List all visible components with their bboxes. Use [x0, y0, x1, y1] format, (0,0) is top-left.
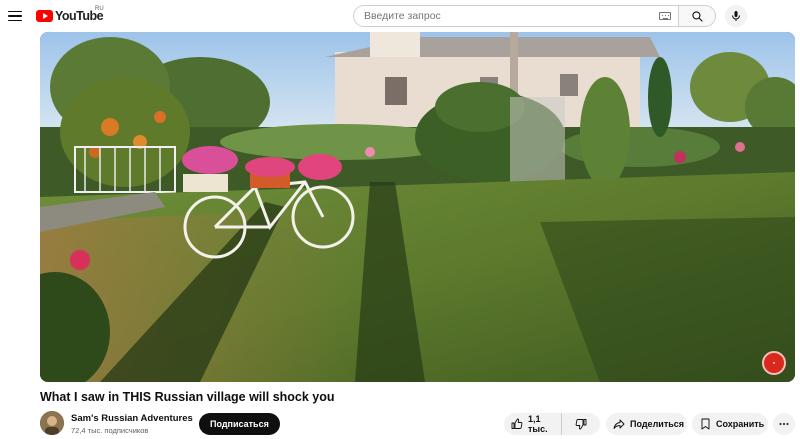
search-input[interactable] — [354, 6, 634, 26]
voice-search-button[interactable] — [725, 5, 747, 27]
video-player[interactable]: ● — [40, 32, 795, 382]
bookmark-icon — [700, 418, 711, 430]
video-frame-garden-bicycle — [40, 32, 795, 382]
search-icon — [691, 10, 703, 22]
menu-icon[interactable] — [5, 6, 25, 26]
channel-watermark-icon[interactable]: ● — [762, 351, 786, 375]
thumb-down-icon — [575, 418, 587, 430]
save-button[interactable]: Сохранить — [692, 413, 768, 435]
masthead: YouTube RU — [0, 0, 800, 32]
search-box — [353, 5, 678, 27]
thumb-up-icon — [511, 418, 523, 430]
like-button[interactable]: 1,1 тыс. — [504, 413, 562, 435]
like-count: 1,1 тыс. — [528, 414, 548, 434]
mic-icon — [732, 11, 740, 21]
youtube-logo[interactable]: YouTube — [36, 9, 104, 23]
subscribe-button[interactable]: Подписаться — [199, 413, 280, 435]
logo-country-code: RU — [95, 6, 104, 12]
subscriber-count: 72,4 тыс. подписчиков — [71, 426, 149, 435]
save-label: Сохранить — [716, 419, 765, 429]
keyboard-icon[interactable] — [659, 12, 671, 20]
youtube-play-icon — [36, 10, 53, 22]
channel-avatar[interactable] — [40, 411, 64, 435]
share-button[interactable]: Поделиться — [606, 413, 687, 435]
share-label: Поделиться — [630, 419, 685, 429]
search-button[interactable] — [678, 5, 716, 27]
channel-name[interactable]: Sam's Russian Adventures — [71, 413, 193, 424]
more-icon — [778, 418, 790, 430]
share-icon — [613, 418, 625, 430]
owner-row: Sam's Russian Adventures 72,4 тыс. подпи… — [40, 411, 800, 437]
video-title: What I saw in THIS Russian village will … — [40, 390, 335, 404]
like-dislike-group: 1,1 тыс. — [504, 413, 600, 435]
more-actions-button[interactable] — [773, 413, 795, 435]
dislike-button[interactable] — [562, 413, 600, 435]
